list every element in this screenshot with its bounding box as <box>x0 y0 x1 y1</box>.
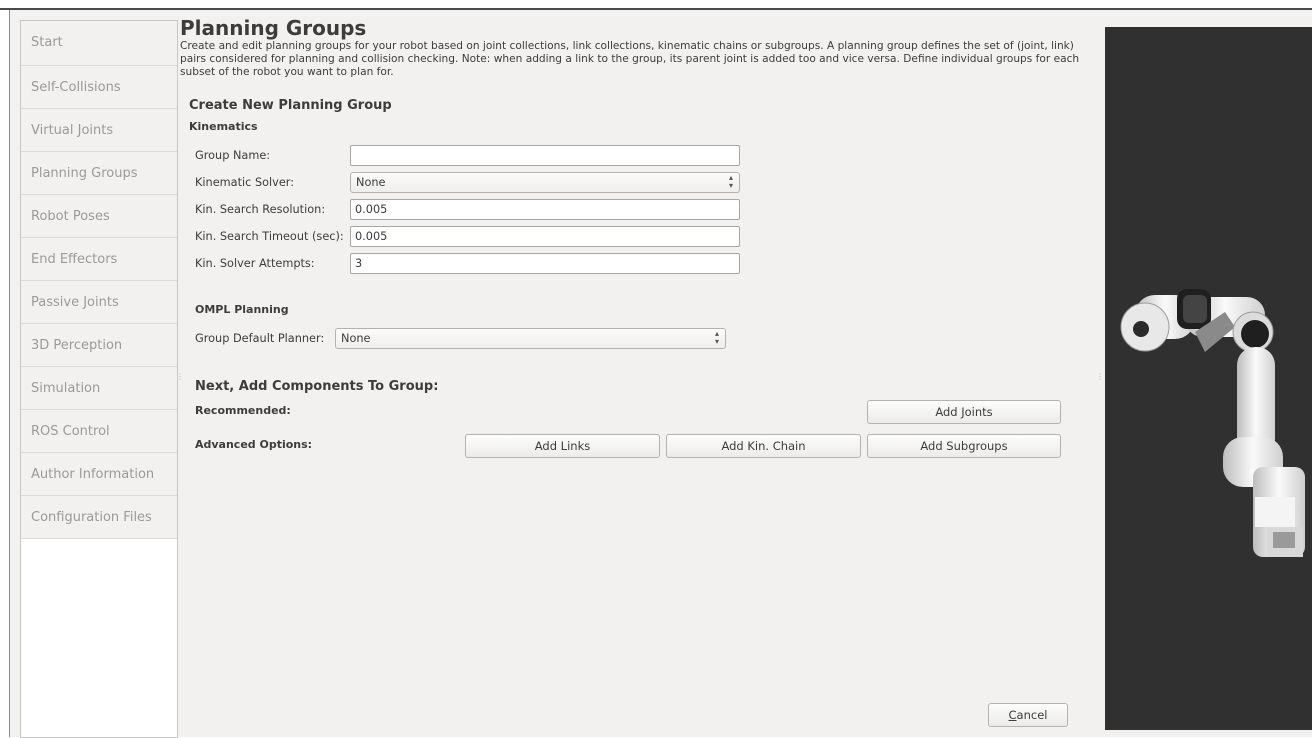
group-name-input[interactable] <box>350 145 740 166</box>
cancel-button[interactable]: Cancel <box>988 703 1068 727</box>
search-timeout-label: Kin. Search Timeout (sec): <box>195 230 344 243</box>
cancel-label: ancel <box>1016 708 1048 722</box>
sidebar-item-author-information[interactable]: Author Information <box>21 453 177 496</box>
sidebar-item-ros-control[interactable]: ROS Control <box>21 410 177 453</box>
sidebar-item-configuration-files[interactable]: Configuration Files <box>21 496 177 539</box>
search-resolution-input[interactable]: 0.005 <box>350 199 740 220</box>
solver-attempts-label: Kin. Solver Attempts: <box>195 257 315 270</box>
sidebar-item-simulation[interactable]: Simulation <box>21 367 177 410</box>
group-name-label: Group Name: <box>195 149 271 162</box>
solver-attempts-input[interactable]: 3 <box>350 253 740 274</box>
sidebar-item-planning-groups[interactable]: Planning Groups <box>21 152 177 195</box>
create-group-heading: Create New Planning Group <box>189 98 392 113</box>
cancel-mnemonic: C <box>1008 708 1017 722</box>
spin-arrows-icon: ▴ ▾ <box>714 329 719 346</box>
sidebar-item-self-collisions[interactable]: Self-Collisions <box>21 66 177 109</box>
advanced-options-label: Advanced Options: <box>195 438 313 451</box>
kinematic-solver-select[interactable]: None ▴ ▾ <box>350 172 740 193</box>
add-joints-button[interactable]: Add Joints <box>867 400 1061 424</box>
spin-arrows-icon: ▴ ▾ <box>728 173 733 190</box>
sidebar-item-end-effectors[interactable]: End Effectors <box>21 238 177 281</box>
ompl-section-label: OMPL Planning <box>195 303 289 316</box>
add-kin-chain-button[interactable]: Add Kin. Chain <box>666 434 861 458</box>
page-description: Create and edit planning groups for your… <box>180 40 1080 78</box>
viewport-splitter-handle[interactable]: ⋮ <box>1096 372 1104 381</box>
kinematics-section-label: Kinematics <box>189 120 258 133</box>
planning-groups-panel: Planning Groups Create and edit planning… <box>180 16 1085 727</box>
page-title: Planning Groups <box>180 16 367 40</box>
recommended-label: Recommended: <box>195 404 291 417</box>
sidebar-item-passive-joints[interactable]: Passive Joints <box>21 281 177 324</box>
sidebar-item-virtual-joints[interactable]: Virtual Joints <box>21 109 177 152</box>
add-components-heading: Next, Add Components To Group: <box>195 379 439 394</box>
kinematic-solver-value: None <box>356 176 386 189</box>
setup-assistant-window: Start Self-Collisions Virtual Joints Pla… <box>9 10 1312 738</box>
sidebar-item-robot-poses[interactable]: Robot Poses <box>21 195 177 238</box>
kinematic-solver-label: Kinematic Solver: <box>195 176 295 189</box>
sidebar-item-3d-perception[interactable]: 3D Perception <box>21 324 177 367</box>
default-planner-label: Group Default Planner: <box>195 332 325 345</box>
add-subgroups-button[interactable]: Add Subgroups <box>867 434 1061 458</box>
navigation-sidebar: Start Self-Collisions Virtual Joints Pla… <box>20 20 178 738</box>
sidebar-item-start[interactable]: Start <box>21 21 177 66</box>
search-timeout-input[interactable]: 0.005 <box>350 226 740 247</box>
search-resolution-label: Kin. Search Resolution: <box>195 203 326 216</box>
robot-3d-viewport[interactable] <box>1105 27 1312 730</box>
robot-arm-model <box>1120 289 1305 557</box>
default-planner-select[interactable]: None ▴ ▾ <box>335 328 726 349</box>
default-planner-value: None <box>341 332 371 345</box>
add-links-button[interactable]: Add Links <box>465 434 660 458</box>
